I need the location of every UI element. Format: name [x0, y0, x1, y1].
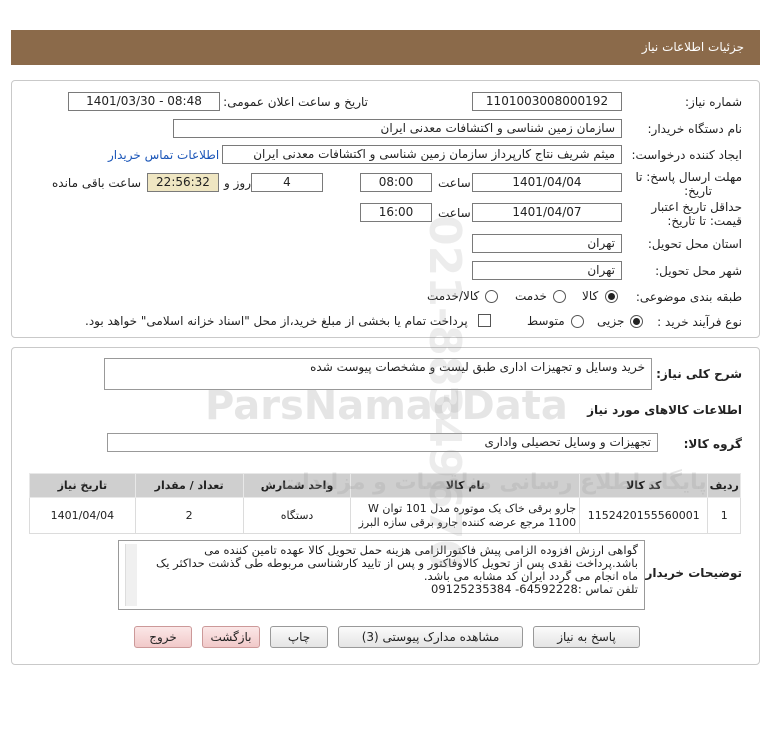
buyer-contact-link[interactable]: اطلاعات تماس خریدار [108, 148, 219, 162]
cell-name: جارو برقی خاک یک موتوره مدل 101 توان W 1… [350, 497, 581, 534]
attachments-button[interactable]: مشاهده مدارک پیوستی (3) [338, 626, 523, 648]
announce-date-label: تاریخ و ساعت اعلان عمومی: [223, 95, 368, 109]
days-field[interactable]: 4 [251, 173, 323, 192]
goods-table-header: ردیف کد کالا نام کالا واحد شمارش تعداد /… [29, 473, 741, 498]
col-qty: تعداد / مقدار [134, 473, 244, 498]
page-title-bar: جزئیات اطلاعات نیاز [11, 30, 760, 65]
notes-scrollbar[interactable] [125, 544, 137, 606]
category-goods-service-label: کالا/خدمت [427, 289, 480, 303]
cell-code: 1152420155560001 [579, 497, 709, 534]
goods-table: ردیف کد کالا نام کالا واحد شمارش تعداد /… [29, 473, 741, 534]
cell-row: 1 [707, 497, 741, 534]
category-goods-service-radio[interactable] [485, 290, 498, 303]
summary-field[interactable]: خرید وسایل و تجهیزات اداری طبق لیست و مش… [104, 358, 652, 390]
days-label: روز و [224, 176, 251, 190]
summary-label: شرح کلی نیاز: [656, 367, 742, 381]
table-row[interactable]: 1 1152420155560001 جارو برقی خاک یک موتو… [29, 497, 741, 534]
process-medium-radio[interactable] [571, 315, 584, 328]
province-label: استان محل تحویل: [647, 237, 742, 251]
remaining-time-label: ساعت باقی مانده [52, 176, 142, 190]
category-goods-radio[interactable] [605, 290, 618, 303]
deadline-time-label: ساعت [438, 176, 471, 190]
deadline-time-field[interactable]: 08:00 [360, 173, 432, 192]
reply-button[interactable]: پاسخ به نیاز [533, 626, 640, 648]
category-service-radio[interactable] [553, 290, 566, 303]
print-button[interactable]: چاپ [270, 626, 328, 648]
col-code: کد کالا [579, 473, 709, 498]
goods-group-label: گروه کالا: [683, 437, 742, 451]
treasury-payment-note: پرداخت تمام یا بخشی از مبلغ خرید،از محل … [85, 314, 468, 328]
treasury-payment-checkbox[interactable] [478, 314, 491, 327]
announce-date-field[interactable]: 1401/03/30 - 08:48 [68, 92, 220, 111]
buyer-notes-phone: تلفن تماس :64592228- 09125235384 [431, 582, 638, 596]
validity-time-label: ساعت [438, 206, 471, 220]
category-service-label: خدمت [515, 289, 547, 303]
col-unit: واحد شمارش [242, 473, 352, 498]
process-minor-label: جزیی [597, 314, 625, 328]
goods-section-title: اطلاعات کالاهای مورد نیاز [587, 403, 742, 417]
category-label: طبقه بندی موضوعی: [635, 290, 742, 304]
validity-label: حداقل تاریخ اعتبار [651, 200, 742, 214]
category-goods-label: کالا [582, 289, 599, 303]
deadline-label: مهلت ارسال پاسخ: تا [635, 170, 742, 184]
validity-time-field[interactable]: 16:00 [360, 203, 432, 222]
col-name: نام کالا [350, 473, 581, 498]
city-field[interactable]: تهران [472, 261, 622, 280]
province-field[interactable]: تهران [472, 234, 622, 253]
city-label: شهر محل تحویل: [655, 264, 742, 278]
buyer-notes-box[interactable]: گواهی ارزش افزوده الزامی پیش فاکتورالزام… [118, 540, 645, 610]
exit-button[interactable]: خروج [134, 626, 192, 648]
creator-field[interactable]: میثم شریف نتاج کارپرداز سازمان زمین شناس… [222, 145, 622, 164]
need-number-label: شماره نیاز: [685, 95, 742, 109]
col-date: تاریخ نیاز [29, 473, 136, 498]
need-number-field[interactable]: 1101003008000192 [472, 92, 622, 111]
cell-unit: دستگاه [242, 497, 352, 534]
validity-date-field[interactable]: 1401/04/07 [472, 203, 622, 222]
buyer-org-field[interactable]: سازمان زمین شناسی و اکتشافات معدنی ایران [173, 119, 622, 138]
deadline-label-2: تاریخ: [684, 184, 712, 198]
creator-label: ایجاد کننده درخواست: [631, 148, 742, 162]
page-title: جزئیات اطلاعات نیاز [641, 40, 744, 54]
col-row: ردیف [707, 473, 741, 498]
buyer-notes-text: گواهی ارزش افزوده الزامی پیش فاکتورالزام… [155, 543, 638, 583]
validity-label-2: قیمت: تا تاریخ: [667, 214, 742, 228]
process-minor-radio[interactable] [630, 315, 643, 328]
process-medium-label: متوسط [527, 314, 565, 328]
deadline-date-field[interactable]: 1401/04/04 [472, 173, 622, 192]
cell-qty: 2 [134, 497, 244, 534]
back-button[interactable]: بازگشت [202, 626, 260, 648]
buyer-notes-label: توضیحات خریدار: [640, 566, 742, 580]
goods-group-field[interactable]: تجهیزات و وسایل تحصیلی واداری [107, 433, 658, 452]
remaining-time-field: 22:56:32 [147, 173, 219, 192]
buyer-org-label: نام دستگاه خریدار: [647, 122, 743, 136]
cell-date: 1401/04/04 [29, 497, 136, 534]
process-type-label: نوع فرآیند خرید : [657, 315, 742, 329]
